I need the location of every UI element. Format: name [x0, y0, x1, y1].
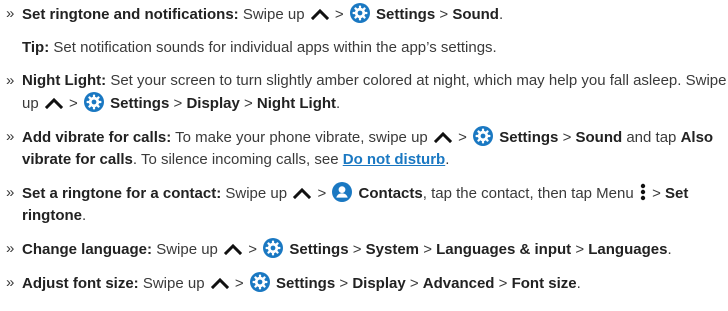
- separator: >: [173, 95, 183, 112]
- list-item-ringtone-notifications: » Set ringtone and notifications: Swipe …: [6, 3, 728, 26]
- item-title: Set ringtone and notifications:: [22, 6, 239, 23]
- settings-label: Settings: [289, 241, 349, 258]
- settings-gear-icon: [263, 238, 283, 258]
- period: .: [498, 6, 504, 23]
- caret-up-icon: [434, 131, 452, 143]
- system-label: System: [365, 241, 420, 258]
- tip-label: Tip:: [22, 39, 50, 56]
- item-title: Set a ringtone for a contact:: [22, 185, 222, 202]
- period: .: [576, 275, 581, 292]
- separator: >: [334, 6, 344, 23]
- period: .: [82, 207, 87, 224]
- contacts-person-icon: [332, 182, 352, 202]
- caret-up-icon: [311, 8, 329, 20]
- separator: >: [248, 241, 258, 258]
- list-item-change-language: » Change language: Swipe up > Settings >…: [6, 238, 728, 261]
- settings-gear-icon: [350, 3, 370, 23]
- separator: >: [243, 95, 253, 112]
- settings-label: Settings: [376, 6, 436, 23]
- caret-up-icon: [224, 243, 242, 255]
- item-text: Swipe up: [225, 185, 288, 202]
- item-title: Add vibrate for calls:: [22, 129, 172, 146]
- item-text: To make your phone vibrate, swipe up: [175, 129, 428, 146]
- sound-label: Sound: [452, 6, 499, 23]
- item-text: . To silence incoming calls, see: [132, 151, 339, 168]
- separator: >: [339, 275, 349, 292]
- bullet: »: [6, 274, 15, 291]
- separator: >: [317, 185, 327, 202]
- list-item-vibrate-calls: » Add vibrate for calls: To make your ph…: [6, 126, 728, 171]
- separator: >: [234, 275, 244, 292]
- period: .: [336, 95, 341, 112]
- font-size-label: Font size: [511, 275, 577, 292]
- contacts-label: Contacts: [358, 185, 423, 202]
- tip-text: Set notification sounds for individual a…: [53, 39, 497, 56]
- item-text: and tap: [626, 129, 677, 146]
- separator: >: [498, 275, 508, 292]
- settings-gear-icon: [473, 126, 493, 146]
- separator: >: [409, 275, 419, 292]
- separator: >: [352, 241, 362, 258]
- separator: >: [423, 241, 432, 258]
- settings-gear-icon: [84, 92, 104, 112]
- item-title: Night Light:: [22, 72, 107, 89]
- settings-label: Settings: [110, 95, 170, 112]
- languages-label: Languages: [588, 241, 668, 258]
- menu-dots-icon: [640, 183, 646, 201]
- bullet: »: [6, 128, 15, 145]
- tip-note: Tip: Set notification sounds for individ…: [6, 37, 728, 59]
- night-light-label: Night Light: [256, 95, 337, 112]
- display-label: Display: [186, 95, 240, 112]
- display-label: Display: [352, 275, 406, 292]
- advanced-label: Advanced: [422, 275, 495, 292]
- separator: >: [69, 95, 78, 112]
- separator: >: [458, 129, 467, 146]
- bullet: »: [6, 5, 15, 22]
- separator: >: [562, 129, 572, 146]
- item-text: Swipe up: [242, 6, 305, 23]
- period: .: [445, 151, 450, 168]
- caret-up-icon: [45, 97, 63, 109]
- separator: >: [575, 241, 585, 258]
- sound-label: Sound: [575, 129, 623, 146]
- separator: >: [652, 185, 661, 202]
- item-title: Change language:: [22, 241, 153, 258]
- bullet: »: [6, 184, 15, 201]
- do-not-disturb-link[interactable]: Do not disturb: [343, 151, 445, 168]
- list-item-night-light: » Night Light: Set your screen to turn s…: [6, 70, 728, 115]
- list-item-contact-ringtone: » Set a ringtone for a contact: Swipe up…: [6, 182, 728, 227]
- caret-up-icon: [293, 187, 311, 199]
- bullet: »: [6, 72, 15, 89]
- list-item-font-size: » Adjust font size: Swipe up > Settings …: [6, 272, 728, 295]
- instructions-page: » Set ringtone and notifications: Swipe …: [0, 0, 728, 311]
- separator: >: [439, 6, 449, 23]
- item-text: Swipe up: [142, 275, 205, 292]
- languages-input-label: Languages & input: [436, 241, 572, 258]
- bullet: »: [6, 240, 15, 257]
- settings-label: Settings: [499, 129, 559, 146]
- settings-label: Settings: [276, 275, 336, 292]
- caret-up-icon: [211, 277, 229, 289]
- item-text: , tap the contact, then tap Menu: [422, 185, 634, 202]
- period: .: [667, 241, 672, 258]
- item-title: Adjust font size:: [22, 275, 139, 292]
- settings-gear-icon: [250, 272, 270, 292]
- item-text: Swipe up: [156, 241, 218, 258]
